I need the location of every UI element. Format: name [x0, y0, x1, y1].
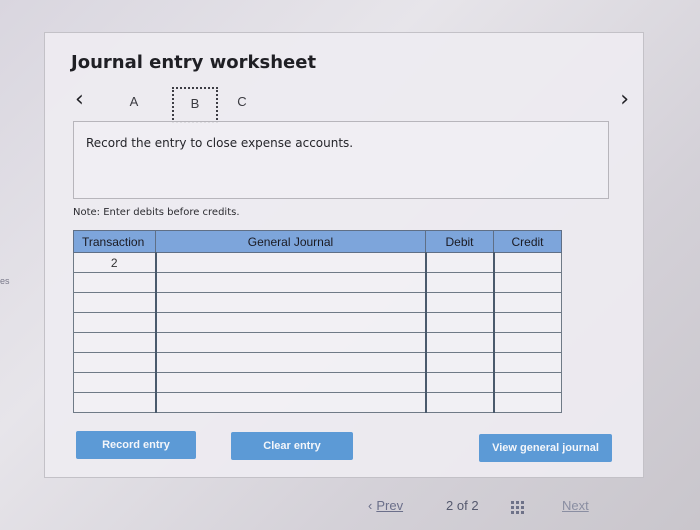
debit-input[interactable]	[424, 352, 494, 373]
credit-input[interactable]	[492, 372, 562, 393]
transaction-cell: 2	[73, 252, 156, 273]
page-indicator: 2 of 2	[446, 498, 479, 513]
table-row	[73, 372, 562, 393]
account-dropdown[interactable]	[154, 252, 426, 273]
grid-icon[interactable]	[510, 500, 525, 515]
debit-input[interactable]	[424, 312, 494, 333]
transaction-cell	[73, 292, 156, 313]
debit-input[interactable]	[424, 372, 494, 393]
account-dropdown[interactable]	[154, 392, 426, 413]
transaction-cell	[73, 312, 156, 333]
tab-c[interactable]: C	[219, 87, 265, 123]
record-entry-button[interactable]: Record entry	[76, 431, 196, 459]
prev-link[interactable]: ‹ Prev	[368, 498, 403, 513]
background-text-fragment: es	[0, 276, 10, 286]
account-dropdown[interactable]	[154, 312, 426, 333]
debit-input[interactable]	[424, 332, 494, 353]
table-row	[73, 292, 562, 313]
journal-header-row: Transaction General Journal Debit Credit	[73, 230, 562, 253]
table-row	[73, 312, 562, 333]
page-total: 2	[471, 498, 479, 513]
tab-b[interactable]: B	[172, 87, 218, 123]
table-row	[73, 352, 562, 373]
debit-input[interactable]	[424, 392, 494, 413]
prev-label: Prev	[376, 498, 404, 513]
account-dropdown[interactable]	[154, 332, 426, 353]
journal-table: Transaction General Journal Debit Credit…	[73, 230, 562, 413]
credit-input[interactable]	[492, 332, 562, 353]
view-general-journal-button[interactable]: View general journal	[479, 434, 612, 462]
transaction-cell	[73, 332, 156, 353]
transaction-cell	[73, 392, 156, 413]
clear-entry-button[interactable]: Clear entry	[231, 432, 353, 460]
chevron-left-icon[interactable]: ‹	[75, 89, 84, 111]
transaction-cell	[73, 352, 156, 373]
account-dropdown[interactable]	[154, 272, 426, 293]
debit-input[interactable]	[424, 252, 494, 273]
header-credit: Credit	[493, 230, 562, 253]
chevron-right-icon[interactable]: ›	[620, 89, 629, 111]
chevron-left-icon: ‹	[368, 498, 373, 513]
account-dropdown[interactable]	[154, 352, 426, 373]
credit-input[interactable]	[492, 292, 562, 313]
page-of: of	[456, 498, 468, 513]
instruction-text: Record the entry to close expense accoun…	[86, 136, 354, 150]
debit-input[interactable]	[424, 292, 494, 313]
table-row	[73, 272, 562, 293]
credit-input[interactable]	[492, 392, 562, 413]
header-general-journal: General Journal	[155, 230, 426, 253]
account-dropdown[interactable]	[154, 292, 426, 313]
table-row	[73, 392, 562, 413]
table-row: 2	[73, 252, 562, 273]
credit-input[interactable]	[492, 252, 562, 273]
table-row	[73, 332, 562, 353]
transaction-cell	[73, 372, 156, 393]
note-text: Note: Enter debits before credits.	[73, 207, 240, 218]
debit-input[interactable]	[424, 272, 494, 293]
worksheet-title: Journal entry worksheet	[71, 52, 317, 73]
credit-input[interactable]	[492, 352, 562, 373]
tab-a[interactable]: A	[111, 87, 157, 123]
credit-input[interactable]	[492, 312, 562, 333]
instruction-box: Record the entry to close expense accoun…	[73, 121, 609, 199]
header-debit: Debit	[425, 230, 494, 253]
next-link[interactable]: Next	[562, 498, 589, 513]
page-current: 2	[446, 498, 454, 513]
account-dropdown[interactable]	[154, 372, 426, 393]
journal-entry-worksheet-panel: Journal entry worksheet ‹ A B C › Record…	[44, 32, 644, 478]
credit-input[interactable]	[492, 272, 562, 293]
transaction-cell	[73, 272, 156, 293]
header-transaction: Transaction	[73, 230, 156, 253]
